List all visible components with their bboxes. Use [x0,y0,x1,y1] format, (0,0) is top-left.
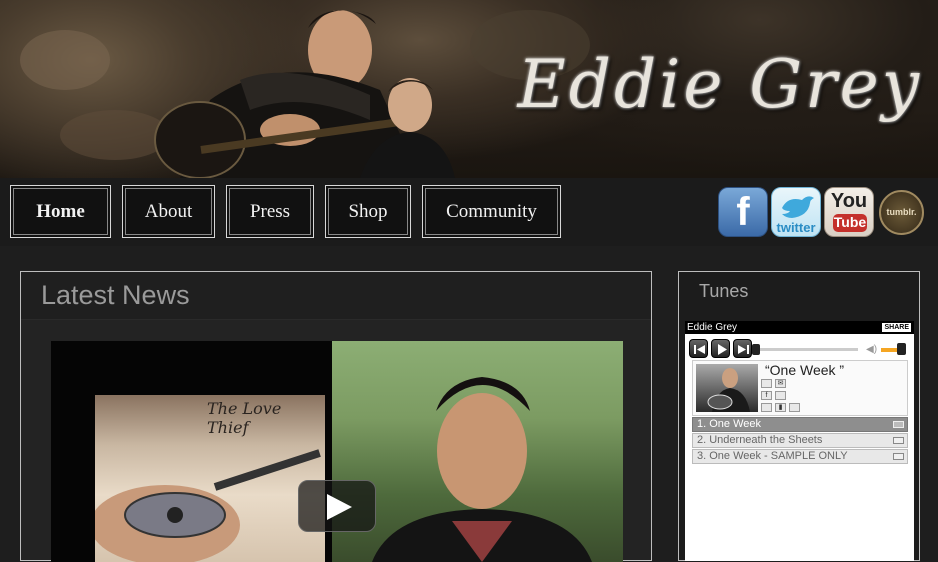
track-item[interactable]: 2. Underneath the Sheets [692,433,908,448]
youtube-you: You [830,190,868,212]
video-right-frame [332,341,623,562]
facebook-glyph: f [736,190,750,234]
twitter-icon[interactable]: twitter [771,187,821,237]
guitar-image [95,449,321,562]
latest-news-panel: Latest News The Love Thief [20,271,652,562]
volume-handle[interactable] [897,343,906,355]
track-item[interactable]: 1. One Week [692,417,908,432]
nav-item-home[interactable]: Home [10,185,111,238]
track-info-icon[interactable] [893,437,904,444]
share-button[interactable]: SHARE [882,323,911,332]
volume-icon: ◀) [866,344,878,355]
track-label: 3. One Week - SAMPLE ONLY [697,450,848,462]
prev-button[interactable] [689,339,708,358]
twitter-label: twitter [776,220,816,235]
panel-title: Latest News [41,280,190,310]
mini-button[interactable] [775,391,786,400]
player-topbar: Eddie Grey SHARE [685,321,914,334]
music-player: Eddie Grey SHARE ◀) “One Week ” ✉ f ▮ 1.… [685,321,914,561]
panel-title: Tunes [699,281,749,301]
mini-button[interactable] [761,379,772,388]
nav-item-shop[interactable]: Shop [325,185,411,238]
play-icon [327,494,352,520]
now-playing: “One Week ” ✉ f ▮ [692,360,908,416]
track-label: 2. Underneath the Sheets [697,434,823,446]
track-info-icon[interactable] [893,421,904,428]
seek-bar[interactable] [752,344,858,355]
play-pause-button[interactable] [711,339,730,358]
album-art [696,364,758,412]
nav-item-community[interactable]: Community [422,185,561,238]
play-icon [718,344,727,355]
main-navigation: Home About Press Shop Community f twitte… [0,178,938,246]
rock-texture [20,30,110,90]
video-left-frame: The Love Thief [51,341,332,562]
now-playing-title: “One Week ” [765,362,845,378]
track-label: 1. One Week [697,418,761,430]
next-button[interactable] [733,339,752,358]
video-player[interactable]: The Love Thief [51,341,623,562]
mini-button[interactable] [789,403,800,412]
site-title[interactable]: Eddie Grey [518,46,922,123]
track-info-icon[interactable] [893,453,904,460]
youtube-tube: Tube [833,214,867,232]
play-button[interactable] [298,480,376,532]
interview-image [372,377,592,562]
tumblr-label: tumblr. [886,207,917,217]
player-artist: Eddie Grey [687,322,738,333]
facebook-share-icon[interactable]: f [761,391,772,400]
mini-button[interactable] [761,403,772,412]
twitter-bird-icon [782,196,814,218]
mail-icon[interactable]: ✉ [775,379,786,388]
album-thumbnail: The Love Thief [95,395,325,562]
nav-item-about[interactable]: About [122,185,215,238]
album-art-image [707,368,750,412]
track-list: 1. One Week 2. Underneath the Sheets 3. … [692,417,908,465]
band-photo-second [360,78,455,178]
tumblr-icon[interactable]: tumblr. [879,190,924,235]
prev-icon [694,345,705,354]
facebook-icon[interactable]: f [718,187,768,237]
seek-handle[interactable] [752,344,760,355]
track-item[interactable]: 3. One Week - SAMPLE ONLY [692,449,908,464]
youtube-icon[interactable]: You Tube [824,187,874,237]
next-icon [738,345,749,354]
player-controls: ◀) [685,336,914,358]
embed-icon[interactable]: ▮ [775,403,786,412]
nav-item-press[interactable]: Press [226,185,314,238]
site-header: Eddie Grey [0,0,938,178]
